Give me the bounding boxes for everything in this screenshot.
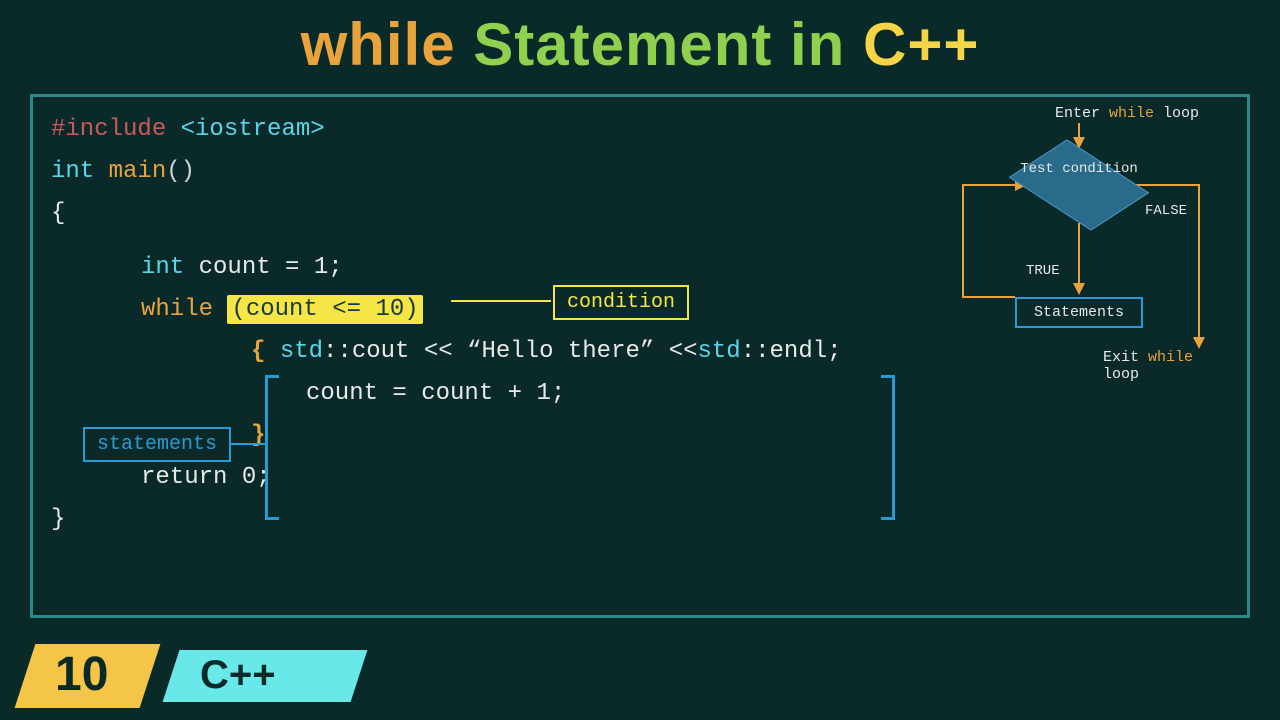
close-brace: } — [51, 506, 65, 533]
count-inc: count = count + 1; — [306, 380, 565, 407]
flowchart-true-label: TRUE — [1026, 263, 1060, 279]
int-keyword: int — [51, 158, 94, 185]
int-keyword-2: int — [141, 254, 184, 281]
code-panel: #include <iostream> int main() { int cou… — [30, 94, 1250, 618]
code-line-close-brace: } — [51, 499, 1229, 541]
include-lib: <iostream> — [181, 116, 325, 143]
count-decl: count = 1; — [199, 254, 343, 281]
endl-text: ::endl; — [741, 338, 842, 365]
exit-pre: Exit — [1103, 349, 1148, 366]
page-title: while Statement in C++ — [0, 0, 1280, 79]
bracket-left-icon — [265, 375, 279, 520]
title-statement: Statement in — [473, 11, 845, 78]
statements-label: statements — [83, 427, 231, 462]
flowchart-exit-label: Exit while loop — [1103, 349, 1227, 383]
flowchart-false-label: FALSE — [1145, 203, 1187, 219]
main-fn: main — [109, 158, 167, 185]
while-condition: (count <= 10) — [227, 295, 422, 324]
std-token-2: std — [698, 338, 741, 365]
exit-post: loop — [1103, 366, 1139, 383]
condition-label: condition — [553, 285, 689, 320]
body-open-brace: { — [251, 338, 265, 365]
main-parens: () — [166, 158, 195, 185]
exit-while: while — [1148, 349, 1193, 366]
return-stmt: return 0; — [141, 464, 271, 491]
lang-label: C++ — [200, 653, 276, 698]
while-keyword: while — [141, 296, 213, 323]
flowchart-test-label: Test condition — [1019, 161, 1139, 177]
bracket-right-icon — [881, 375, 895, 520]
std-token-1: std — [280, 338, 323, 365]
title-while: while — [301, 11, 456, 78]
include-token: #include — [51, 116, 166, 143]
cout-text: ::cout << “Hello there” << — [323, 338, 697, 365]
condition-connector — [451, 300, 551, 302]
open-brace: { — [51, 200, 65, 227]
code-line-return: return 0; — [51, 457, 1229, 499]
title-cpp: C++ — [863, 11, 979, 78]
footer-badges: 10 C++ — [0, 642, 1280, 720]
lesson-number: 10 — [55, 647, 108, 702]
flowchart-statements-box: Statements — [1015, 297, 1143, 328]
